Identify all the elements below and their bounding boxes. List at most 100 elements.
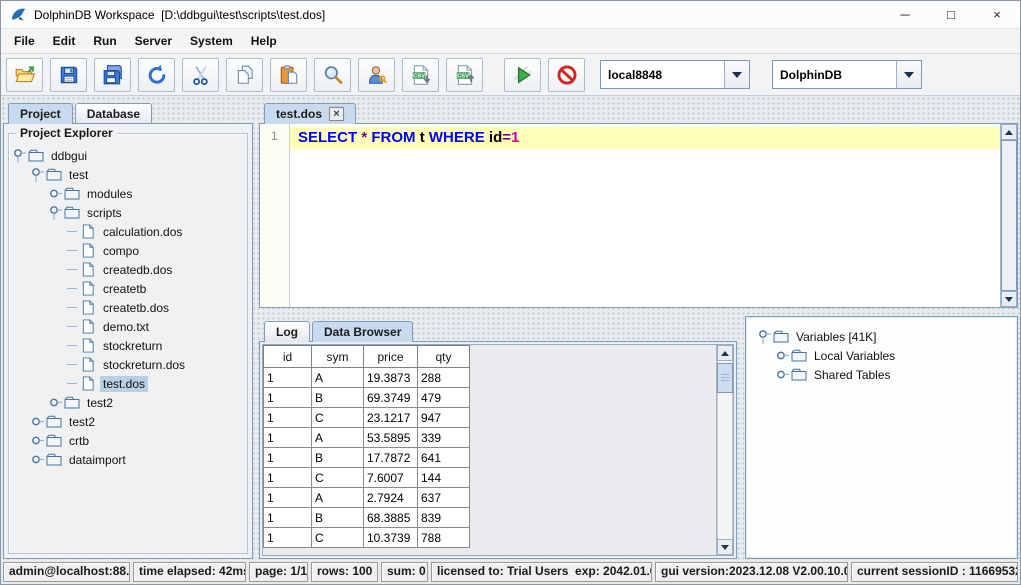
table-cell[interactable]: 1 [264, 448, 312, 468]
bottom-vertical-splitter[interactable] [737, 316, 745, 559]
table-cell[interactable]: 17.7872 [364, 448, 418, 468]
table-cell[interactable]: A [312, 368, 364, 388]
table-cell[interactable]: 144 [418, 468, 470, 488]
tab-data-browser[interactable]: Data Browser [312, 321, 413, 342]
expand-handle-icon[interactable] [31, 433, 44, 448]
table-cell[interactable]: 839 [418, 508, 470, 528]
column-header-price[interactable]: price [364, 346, 418, 368]
search-button[interactable] [314, 58, 351, 92]
table-row[interactable]: 1A19.3873288 [264, 368, 470, 388]
menu-server[interactable]: Server [126, 31, 181, 51]
tree-item-test2[interactable]: test2 [9, 412, 247, 431]
table-row[interactable]: 1C7.6007144 [264, 468, 470, 488]
table-cell[interactable]: 19.3873 [364, 368, 418, 388]
table-cell[interactable]: C [312, 408, 364, 428]
table-cell[interactable]: 2.7924 [364, 488, 418, 508]
expand-handle-icon[interactable] [31, 452, 44, 467]
tree-item-createdb-dos[interactable]: createdb.dos [9, 260, 247, 279]
table-row[interactable]: 1C23.1217947 [264, 408, 470, 428]
table-cell[interactable]: B [312, 508, 364, 528]
tree-item-stockreturn[interactable]: stockreturn [9, 336, 247, 355]
tree-item-calculation-dos[interactable]: calculation.dos [9, 222, 247, 241]
table-cell[interactable]: 1 [264, 428, 312, 448]
close-button[interactable]: × [974, 1, 1020, 28]
tab-project[interactable]: Project [8, 103, 73, 124]
table-cell[interactable]: 947 [418, 408, 470, 428]
collapse-handle-icon[interactable] [13, 148, 26, 163]
menu-edit[interactable]: Edit [44, 31, 85, 51]
table-row[interactable]: 1C10.3739788 [264, 528, 470, 548]
table-vertical-scrollbar[interactable] [716, 345, 733, 555]
tree-item-ddbgui[interactable]: ddbgui [9, 146, 247, 165]
scroll-up-icon[interactable] [1001, 124, 1017, 140]
paste-button[interactable] [270, 58, 307, 92]
table-cell[interactable]: 1 [264, 508, 312, 528]
import-csv-button[interactable]: CSV [446, 58, 483, 92]
collapse-handle-icon[interactable] [49, 205, 62, 220]
maximize-button[interactable]: □ [928, 1, 974, 28]
tree-item-createtb[interactable]: createtb [9, 279, 247, 298]
table-cell[interactable]: 1 [264, 528, 312, 548]
table-cell[interactable]: 641 [418, 448, 470, 468]
table-cell[interactable]: 69.3749 [364, 388, 418, 408]
table-cell[interactable]: 7.6007 [364, 468, 418, 488]
language-combo[interactable]: DolphinDB [772, 60, 922, 89]
cut-button[interactable] [182, 58, 219, 92]
table-row[interactable]: 1A2.7924637 [264, 488, 470, 508]
table-cell[interactable]: C [312, 468, 364, 488]
table-scrollbar-track[interactable] [717, 361, 733, 539]
horizontal-splitter[interactable] [259, 308, 1018, 316]
table-cell[interactable]: 23.1217 [364, 408, 418, 428]
table-cell[interactable]: 1 [264, 388, 312, 408]
table-cell[interactable]: 1 [264, 408, 312, 428]
menu-help[interactable]: Help [242, 31, 286, 51]
expand-handle-icon[interactable] [776, 367, 789, 382]
tree-item-shared-tables[interactable]: Shared Tables [754, 365, 1013, 384]
table-cell[interactable]: 1 [264, 368, 312, 388]
table-cell[interactable]: 1 [264, 468, 312, 488]
collapse-handle-icon[interactable] [31, 167, 44, 182]
menu-file[interactable]: File [5, 31, 44, 51]
save-all-button[interactable] [94, 58, 131, 92]
column-header-sym[interactable]: sym [312, 346, 364, 368]
table-cell[interactable]: 10.3739 [364, 528, 418, 548]
table-cell[interactable]: 637 [418, 488, 470, 508]
tree-item-compo[interactable]: compo [9, 241, 247, 260]
table-cell[interactable]: B [312, 448, 364, 468]
scroll-up-icon[interactable] [717, 345, 733, 361]
table-row[interactable]: 1A53.5895339 [264, 428, 470, 448]
export-csv-button[interactable]: CSV [402, 58, 439, 92]
tree-item-crtb[interactable]: crtb [9, 431, 247, 450]
editor-scrollbar-track[interactable] [1001, 140, 1017, 291]
column-header-id[interactable]: id [264, 346, 312, 368]
menu-system[interactable]: System [181, 31, 242, 51]
save-button[interactable] [50, 58, 87, 92]
tree-item-demo-txt[interactable]: demo.txt [9, 317, 247, 336]
menu-run[interactable]: Run [84, 31, 125, 51]
editor-tab-test-dos[interactable]: test.dos × [264, 103, 356, 124]
table-cell[interactable]: A [312, 428, 364, 448]
scroll-down-icon[interactable] [1001, 291, 1017, 307]
table-cell[interactable]: 53.5895 [364, 428, 418, 448]
scroll-down-icon[interactable] [717, 539, 733, 555]
open-button[interactable] [6, 58, 43, 92]
tab-database[interactable]: Database [75, 103, 152, 124]
refresh-button[interactable] [138, 58, 175, 92]
tree-item-scripts[interactable]: scripts [9, 203, 247, 222]
expand-handle-icon[interactable] [31, 414, 44, 429]
close-tab-icon[interactable]: × [329, 107, 344, 121]
table-cell[interactable]: 339 [418, 428, 470, 448]
chevron-down-icon[interactable] [896, 61, 921, 88]
tree-item-dataimport[interactable]: dataimport [9, 450, 247, 469]
table-cell[interactable]: 788 [418, 528, 470, 548]
table-cell[interactable]: 288 [418, 368, 470, 388]
tree-item-local-variables[interactable]: Local Variables [754, 346, 1013, 365]
chevron-down-icon[interactable] [724, 61, 749, 88]
tree-item-createtb-dos[interactable]: createtb.dos [9, 298, 247, 317]
tree-item-modules[interactable]: modules [9, 184, 247, 203]
tree-item-test[interactable]: test [9, 165, 247, 184]
copy-button[interactable] [226, 58, 263, 92]
tab-log[interactable]: Log [264, 321, 310, 342]
code-line-current[interactable]: SELECT * FROM t WHERE id=1 [290, 127, 1000, 149]
stop-button[interactable] [548, 58, 585, 92]
